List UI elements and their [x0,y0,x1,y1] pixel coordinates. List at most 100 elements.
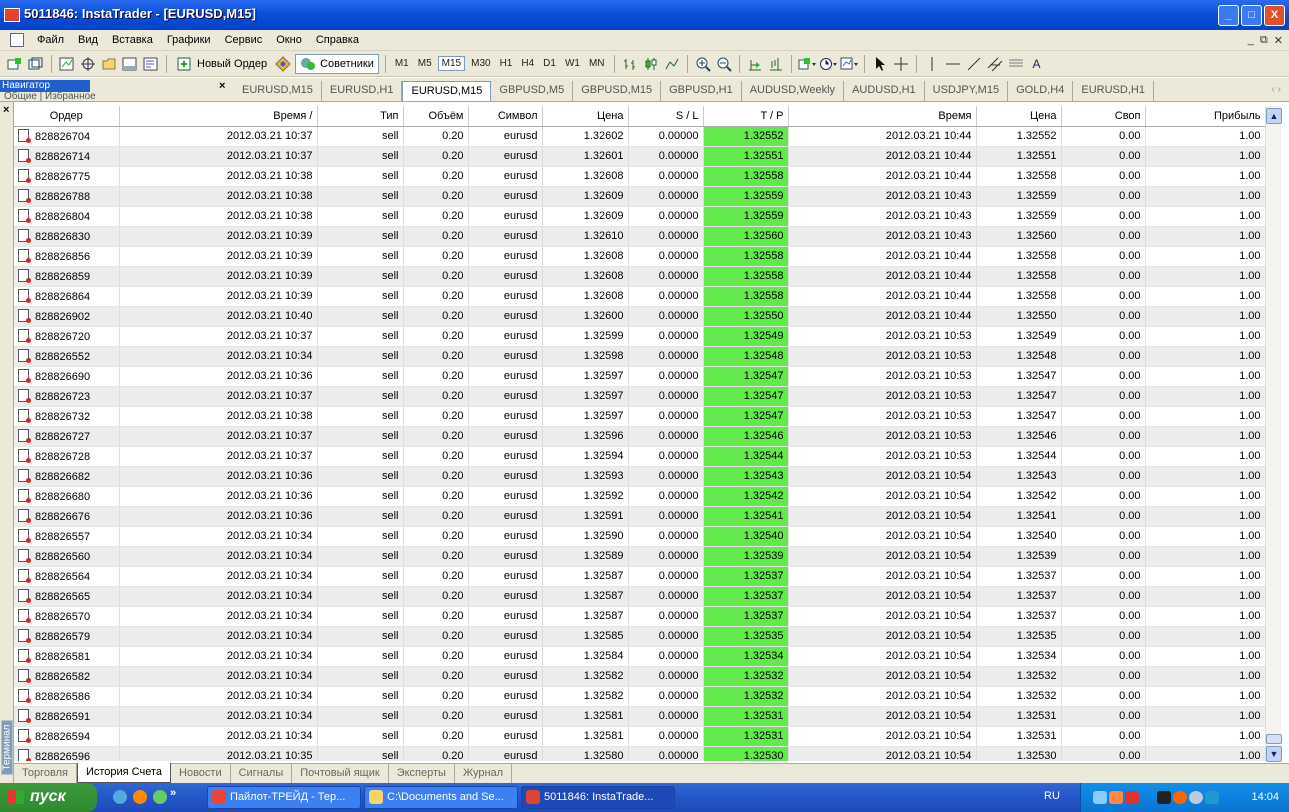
table-row[interactable]: 828826864 2012.03.21 10:39 sell 0.20 eurusd 1… [14,286,1266,307]
tray-app-icon[interactable] [1205,791,1219,804]
mdi-close-button[interactable]: ✕ [1274,34,1283,47]
timeframe-mn[interactable]: MN [586,57,608,70]
minimize-button[interactable]: _ [1218,5,1239,26]
expert-advisors-button[interactable]: Советники [295,53,379,74]
data-window-icon[interactable] [79,55,97,73]
menu-tools[interactable]: Сервис [218,34,270,46]
col-open-price-header[interactable]: Цена [542,106,629,127]
candlestick-chart-icon[interactable] [642,55,660,73]
col-order-header[interactable]: Ордер [14,106,120,127]
menu-window[interactable]: Окно [269,34,309,46]
auto-scroll-icon[interactable] [746,55,764,73]
table-row[interactable]: 828826732 2012.03.21 10:38 sell 0.20 eurusd 1… [14,406,1266,427]
table-row[interactable]: 828826676 2012.03.21 10:36 sell 0.20 eurusd 1… [14,506,1266,527]
taskbar-task-explorer[interactable]: C:\Documents and Se... [364,786,518,809]
table-row[interactable]: 828826727 2012.03.21 10:37 sell 0.20 eurusd 1… [14,426,1266,447]
table-row[interactable]: 828826570 2012.03.21 10:34 sell 0.20 eurusd 1… [14,606,1266,627]
chart-tab[interactable]: AUDUSD,H1 [844,81,925,101]
scroll-up-icon[interactable]: ▲ [1266,108,1282,124]
table-row[interactable]: 828826596 2012.03.21 10:35 sell 0.20 eurusd 1… [14,746,1266,761]
chart-tab[interactable]: GBPUSD,M15 [573,81,662,101]
quicklaunch-more-icon[interactable]: » [170,787,176,799]
terminal-tab[interactable]: Сигналы [231,764,293,783]
table-row[interactable]: 828826804 2012.03.21 10:38 sell 0.20 eurusd 1… [14,206,1266,227]
chart-tab[interactable]: EURUSD,H1 [322,81,403,101]
chart-tabs-scroll-icon[interactable]: ‹ › [1272,84,1281,95]
menu-help[interactable]: Справка [309,34,366,46]
table-row[interactable]: 828826856 2012.03.21 10:39 sell 0.20 eurusd 1… [14,246,1266,267]
col-close-price-header[interactable]: Цена [976,106,1062,127]
table-row[interactable]: 828826564 2012.03.21 10:34 sell 0.20 eurusd 1… [14,566,1266,587]
tray-app-icon[interactable] [1109,791,1123,804]
quicklaunch-app-icon[interactable] [153,790,167,804]
chart-tab[interactable]: AUDUSD,Weekly [742,81,845,101]
market-watch-icon[interactable] [58,55,76,73]
zoom-in-icon[interactable] [694,55,712,73]
table-row[interactable]: 828826720 2012.03.21 10:37 sell 0.20 eurusd 1… [14,326,1266,347]
timeframe-w1[interactable]: W1 [562,57,583,70]
terminal-tab[interactable]: Почтовый ящик [292,764,389,783]
taskbar-task-browser[interactable]: Пайлот-ТРЕЙД - Тер... [207,786,361,809]
scroll-down-icon[interactable]: ▼ [1266,746,1282,762]
timeframe-d1[interactable]: D1 [540,57,559,70]
maximize-button[interactable]: □ [1241,5,1262,26]
timeframe-m1[interactable]: M1 [392,57,412,70]
menu-insert[interactable]: Вставка [105,34,160,46]
table-row[interactable]: 828826560 2012.03.21 10:34 sell 0.20 eurusd 1… [14,546,1266,567]
col-stop-loss-header[interactable]: S / L [628,106,704,127]
mdi-minimize-button[interactable]: _ [1248,34,1254,47]
equidistant-channel-icon[interactable] [986,55,1004,73]
col-profit-header[interactable]: Прибыль [1145,106,1266,127]
line-chart-icon[interactable] [663,55,681,73]
chart-tab[interactable]: GOLD,H4 [1008,81,1074,101]
mdi-restore-button[interactable]: ⧉ [1260,34,1268,47]
scroll-thumb[interactable] [1266,734,1282,744]
table-row[interactable]: 828826704 2012.03.21 10:37 sell 0.20 eurusd 1… [14,126,1266,147]
document-icon[interactable] [10,33,24,47]
table-row[interactable]: 828826902 2012.03.21 10:40 sell 0.20 eurusd 1… [14,306,1266,327]
new-chart-icon[interactable] [6,55,24,73]
periodicity-clock-icon[interactable] [819,55,837,73]
menu-file[interactable]: Файл [30,34,71,46]
fibonacci-icon[interactable] [1007,55,1025,73]
horizontal-line-icon[interactable] [944,55,962,73]
navigator-tabs[interactable]: Общие | Избранное [4,91,96,102]
table-row[interactable]: 828826680 2012.03.21 10:36 sell 0.20 eurusd 1… [14,486,1266,507]
table-row[interactable]: 828826714 2012.03.21 10:37 sell 0.20 eurusd 1… [14,146,1266,167]
text-tool-icon[interactable]: A [1028,55,1046,73]
tray-app-icon[interactable] [1173,791,1187,804]
chart-shift-icon[interactable] [767,55,785,73]
start-button[interactable]: пуск [0,783,97,812]
strategy-tester-icon[interactable] [142,55,160,73]
chart-tab[interactable]: EURUSD,M15 [402,81,492,101]
quicklaunch-app-icon[interactable] [113,790,127,804]
bar-chart-icon[interactable] [621,55,639,73]
timeframe-h1[interactable]: H1 [497,57,516,70]
terminal-tab[interactable]: История Счета [76,763,172,783]
chart-tab[interactable]: GBPUSD,H1 [661,81,742,101]
terminal-tab[interactable]: Журнал [455,764,513,783]
col-volume-header[interactable]: Объём [403,106,469,127]
table-row[interactable]: 828826859 2012.03.21 10:39 sell 0.20 eurusd 1… [14,266,1266,287]
timeframe-h4[interactable]: H4 [518,57,537,70]
col-open-time-header[interactable]: Время / [119,106,318,127]
col-take-profit-header[interactable]: T / P [703,106,789,127]
timeframe-m15[interactable]: M15 [437,56,466,71]
table-row[interactable]: 828826552 2012.03.21 10:34 sell 0.20 eurusd 1… [14,346,1266,367]
taskbar-task-instatrader[interactable]: 5011846: InstaTrade... [521,786,675,809]
terminal-icon[interactable] [121,55,139,73]
table-row[interactable]: 828826582 2012.03.21 10:34 sell 0.20 eurusd 1… [14,666,1266,687]
table-row[interactable]: 828826557 2012.03.21 10:34 sell 0.20 eurusd 1… [14,526,1266,547]
metaeditor-icon[interactable] [274,55,292,73]
chart-tab[interactable]: EURUSD,M15 [234,81,322,101]
vertical-line-icon[interactable] [923,55,941,73]
table-row[interactable]: 828826690 2012.03.21 10:36 sell 0.20 eurusd 1… [14,366,1266,387]
templates-icon[interactable] [840,55,858,73]
table-row[interactable]: 828826830 2012.03.21 10:39 sell 0.20 eurusd 1… [14,226,1266,247]
table-row[interactable]: 828826788 2012.03.21 10:38 sell 0.20 eurusd 1… [14,186,1266,207]
col-symbol-header[interactable]: Символ [468,106,543,127]
table-row[interactable]: 828826594 2012.03.21 10:34 sell 0.20 eurusd 1… [14,726,1266,747]
menu-charts[interactable]: Графики [160,34,218,46]
col-close-time-header[interactable]: Время [788,106,977,127]
profiles-icon[interactable] [27,55,45,73]
